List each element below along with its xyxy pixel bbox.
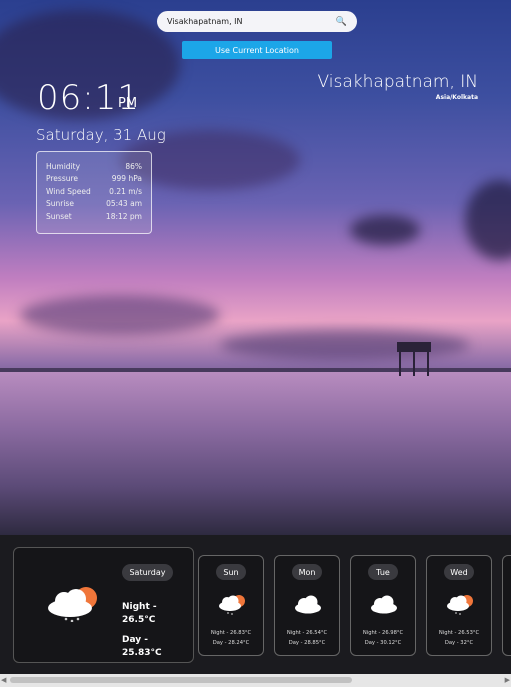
pier-silhouette (397, 342, 431, 376)
detail-label: Pressure (46, 174, 79, 184)
today-forecast-card: Saturday Night - 26.5°C Day - 25.83°C (13, 547, 194, 663)
night-label: Night - (122, 602, 157, 612)
forecast-night: Night - 26.53°C (438, 630, 480, 636)
cloud-sun-rain-icon (447, 595, 473, 615)
use-current-location-button[interactable]: Use Current Location (182, 41, 332, 59)
detail-row-pressure: Pressure 999 hPa (46, 173, 142, 185)
today-night: Night - 26.5°C (122, 601, 157, 627)
clock-ampm: PM (118, 96, 138, 111)
forecast-day: Tue (368, 564, 398, 580)
cloud-icon (295, 595, 321, 614)
day-temp: 25.83°C (122, 648, 162, 658)
detail-value: 0.21 m/s (109, 186, 142, 196)
day-label: Day - (122, 635, 149, 645)
today-day-label: Saturday (122, 564, 173, 581)
forecast-day: Mon (292, 564, 322, 580)
cloud-sun-rain-icon (219, 595, 245, 615)
detail-label: Sunrise (46, 199, 74, 209)
forecast-night: Night - 26.98°C (362, 630, 404, 636)
city-name: Visakhapatnam, IN (317, 72, 478, 92)
search-input[interactable]: Visakhapatnam, IN 🔍 (157, 11, 357, 32)
forecast-panel: Saturday Night - 26.5°C Day - 25.83°C Su… (0, 535, 511, 687)
detail-row-wind-speed: Wind Speed 0.21 m/s (46, 186, 142, 198)
forecast-day-temp: Day - 32°C (444, 640, 474, 646)
search-icon[interactable]: 🔍 (336, 17, 347, 27)
timezone-label: Asia/Kolkata (435, 94, 478, 101)
detail-row-sunrise: Sunrise 05:43 am (46, 198, 142, 210)
forecast-card-sun: Sun Night - 26.83°C Day - 28.24°C (198, 555, 264, 656)
weather-details-panel: Humidity 86% Pressure 999 hPa Wind Speed… (36, 151, 152, 234)
forecast-night: Night - 26.83°C (210, 630, 252, 636)
today-day: Day - 25.83°C (122, 634, 162, 660)
forecast-day-temp: Day - 28.85°C (288, 640, 326, 646)
forecast-day-temp: Day - 28.24°C (212, 640, 250, 646)
forecast-day-temp: Day - 30.12°C (364, 640, 402, 646)
detail-label: Humidity (46, 162, 81, 171)
detail-value: 86% (125, 162, 142, 171)
cloud-icon (371, 595, 397, 614)
cloud-sun-rain-icon (48, 587, 97, 622)
detail-value: 05:43 am (106, 199, 142, 209)
forecast-card-wed: Wed Night - 26.53°C Day - 32°C (426, 555, 492, 656)
detail-row-sunset: Sunset 18:12 pm (46, 211, 142, 223)
night-temp: 26.5°C (122, 615, 156, 625)
detail-label: Wind Speed (46, 186, 91, 196)
detail-label: Sunset (46, 211, 72, 221)
scrollbar-thumb[interactable] (10, 677, 352, 683)
search-value[interactable]: Visakhapatnam, IN (167, 17, 336, 26)
horizontal-scrollbar[interactable]: ◀ ▶ (0, 674, 511, 687)
scroll-left-icon[interactable]: ◀ (1, 676, 6, 684)
detail-value: 18:12 pm (105, 211, 142, 221)
current-date: Saturday, 31 Aug (36, 126, 166, 144)
forecast-day: Sun (216, 564, 246, 580)
forecast-card-partial (502, 555, 511, 656)
detail-value: 999 hPa (111, 174, 142, 184)
forecast-night: Night - 26.54°C (286, 630, 328, 636)
scroll-right-icon[interactable]: ▶ (505, 676, 510, 684)
detail-row-humidity: Humidity 86% (46, 161, 142, 173)
forecast-day: Wed (444, 564, 474, 580)
forecast-card-mon: Mon Night - 26.54°C Day - 28.85°C (274, 555, 340, 656)
forecast-card-tue: Tue Night - 26.98°C Day - 30.12°C (350, 555, 416, 656)
